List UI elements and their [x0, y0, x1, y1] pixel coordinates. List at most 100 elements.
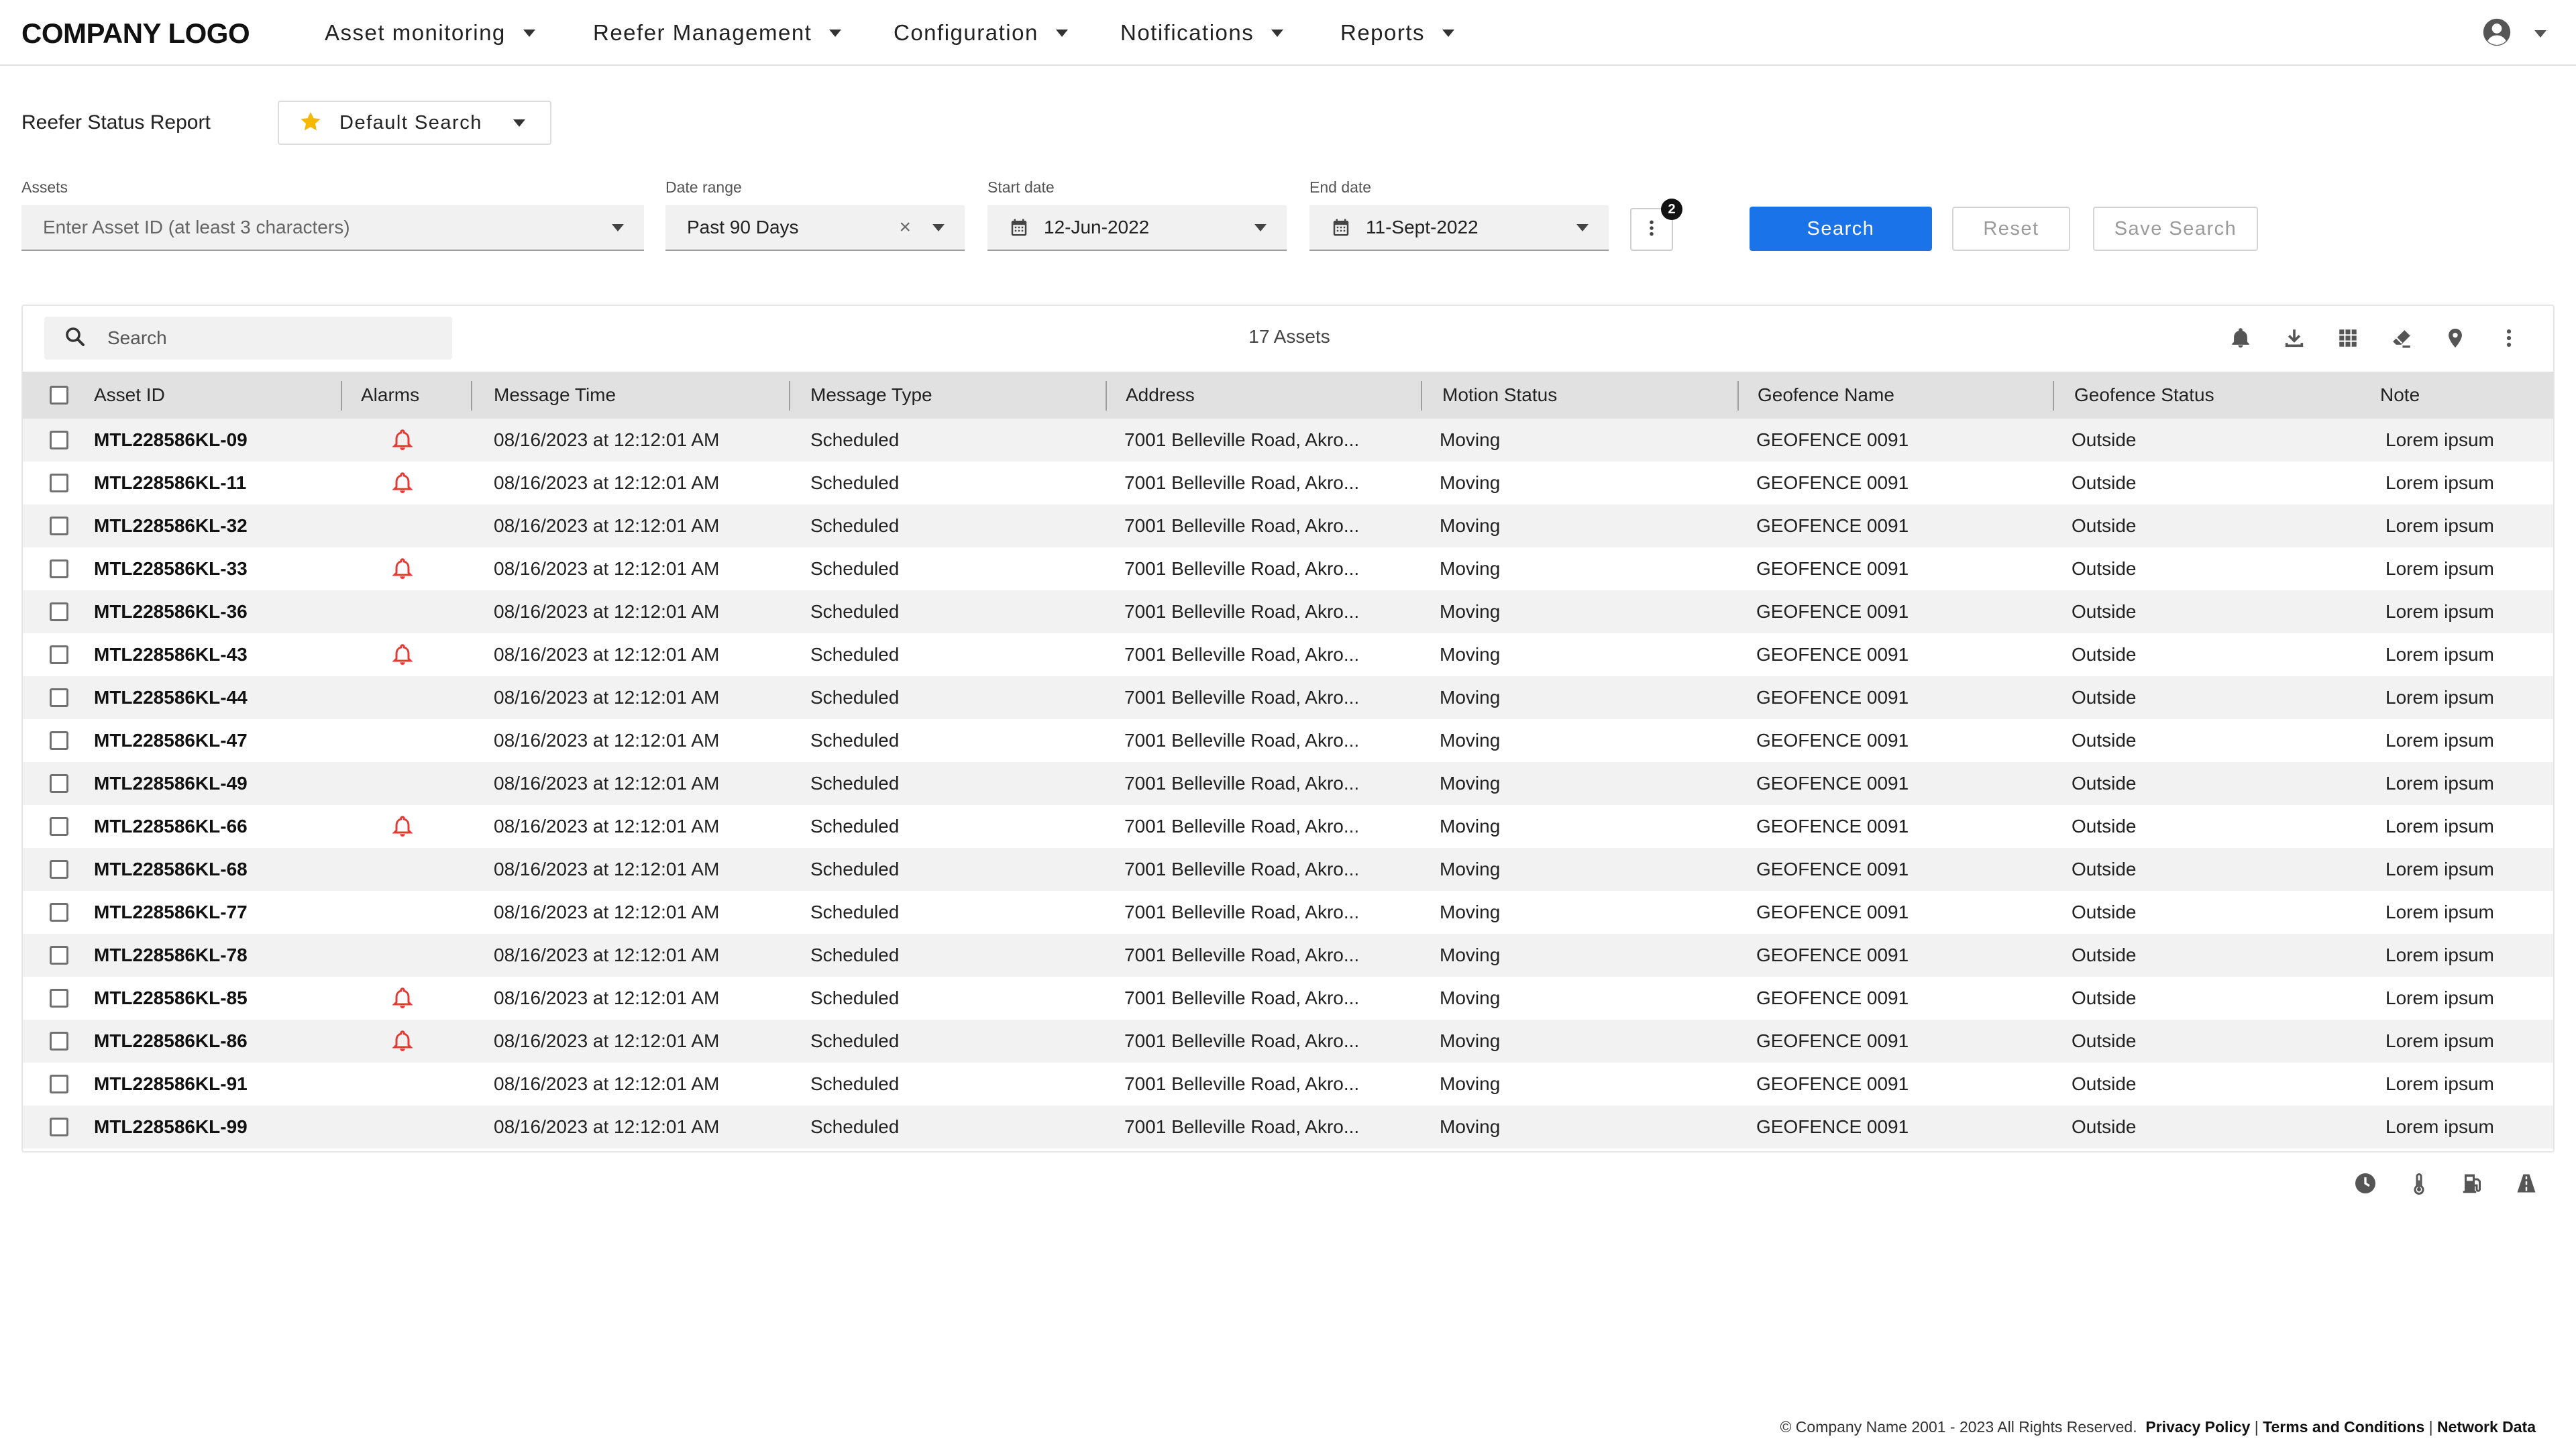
- column-header-asset-id[interactable]: Asset ID: [94, 372, 165, 419]
- asset-id-input[interactable]: Enter Asset ID (at least 3 characters): [21, 205, 644, 251]
- table-row[interactable]: MTL228586KL-85 08/16/2023 at 12:12:01 AM S…: [23, 977, 2553, 1020]
- reset-button[interactable]: Reset: [1952, 207, 2070, 251]
- table-row[interactable]: MTL228586KL-43 08/16/2023 at 12:12:01 AM S…: [23, 633, 2553, 676]
- row-checkbox[interactable]: [50, 774, 68, 793]
- location-pin-icon[interactable]: [2428, 322, 2482, 354]
- column-header-alarms[interactable]: Alarms: [361, 372, 419, 419]
- date-range-select[interactable]: Past 90 Days ×: [665, 205, 965, 251]
- chevron-down-icon[interactable]: [1576, 224, 1589, 231]
- column-header-note[interactable]: Note: [2380, 372, 2420, 419]
- saved-search-dropdown[interactable]: Default Search: [278, 101, 551, 145]
- fuel-icon[interactable]: [2446, 1167, 2500, 1199]
- column-divider[interactable]: [471, 381, 472, 411]
- search-button[interactable]: Search: [1750, 207, 1932, 251]
- end-date-picker[interactable]: 11-Sept-2022: [1309, 205, 1609, 251]
- row-checkbox[interactable]: [50, 860, 68, 879]
- alarm-bell-icon[interactable]: [390, 643, 415, 670]
- asset-id-cell[interactable]: MTL228586KL-91: [94, 1063, 248, 1106]
- chevron-down-icon[interactable]: [612, 224, 624, 231]
- asset-id-cell[interactable]: MTL228586KL-33: [94, 547, 248, 590]
- table-row[interactable]: MTL228586KL-49 08/16/2023 at 12:12:01 AM S…: [23, 762, 2553, 805]
- asset-id-cell[interactable]: MTL228586KL-09: [94, 419, 248, 462]
- column-divider[interactable]: [1106, 381, 1107, 411]
- bell-icon[interactable]: [2214, 322, 2267, 354]
- row-checkbox[interactable]: [50, 431, 68, 449]
- table-row[interactable]: MTL228586KL-66 08/16/2023 at 12:12:01 AM S…: [23, 805, 2553, 848]
- table-row[interactable]: MTL228586KL-68 08/16/2023 at 12:12:01 AM S…: [23, 848, 2553, 891]
- column-divider[interactable]: [789, 381, 790, 411]
- asset-id-cell[interactable]: MTL228586KL-44: [94, 676, 248, 719]
- column-header-motion-status[interactable]: Motion Status: [1442, 372, 1557, 419]
- nav-asset-monitoring[interactable]: Asset monitoring: [325, 20, 535, 46]
- column-header-geofence-status[interactable]: Geofence Status: [2074, 372, 2214, 419]
- table-row[interactable]: MTL228586KL-77 08/16/2023 at 12:12:01 AM S…: [23, 891, 2553, 934]
- table-row[interactable]: MTL228586KL-36 08/16/2023 at 12:12:01 AM S…: [23, 590, 2553, 633]
- road-icon[interactable]: [2500, 1167, 2553, 1199]
- row-checkbox[interactable]: [50, 817, 68, 836]
- table-row[interactable]: MTL228586KL-47 08/16/2023 at 12:12:01 AM S…: [23, 719, 2553, 762]
- table-row[interactable]: MTL228586KL-91 08/16/2023 at 12:12:01 AM S…: [23, 1063, 2553, 1106]
- select-all-checkbox[interactable]: [50, 386, 68, 405]
- terms-link[interactable]: Terms and Conditions: [2263, 1418, 2424, 1436]
- alarm-bell-icon[interactable]: [390, 1029, 415, 1057]
- alarm-bell-icon[interactable]: [390, 814, 415, 842]
- row-checkbox[interactable]: [50, 989, 68, 1008]
- more-vertical-icon[interactable]: [2482, 322, 2536, 354]
- row-checkbox[interactable]: [50, 1032, 68, 1051]
- table-row[interactable]: MTL228586KL-11 08/16/2023 at 12:12:01 AM S…: [23, 462, 2553, 504]
- asset-id-cell[interactable]: MTL228586KL-11: [94, 462, 246, 504]
- column-header-geofence-name[interactable]: Geofence Name: [1758, 372, 1894, 419]
- chevron-down-icon[interactable]: [932, 224, 945, 231]
- alarm-bell-icon[interactable]: [390, 557, 415, 584]
- table-row[interactable]: MTL228586KL-44 08/16/2023 at 12:12:01 AM S…: [23, 676, 2553, 719]
- row-checkbox[interactable]: [50, 474, 68, 492]
- table-row[interactable]: MTL228586KL-32 08/16/2023 at 12:12:01 AM S…: [23, 504, 2553, 547]
- thermometer-icon[interactable]: [2392, 1167, 2446, 1199]
- alarm-bell-icon[interactable]: [390, 471, 415, 498]
- download-icon[interactable]: [2267, 322, 2321, 354]
- column-header-message-time[interactable]: Message Time: [494, 372, 616, 419]
- row-checkbox[interactable]: [50, 731, 68, 750]
- asset-id-cell[interactable]: MTL228586KL-49: [94, 762, 248, 805]
- nav-configuration[interactable]: Configuration: [894, 20, 1068, 46]
- clear-icon[interactable]: ×: [899, 216, 911, 239]
- chevron-down-icon[interactable]: [1254, 224, 1267, 231]
- privacy-policy-link[interactable]: Privacy Policy: [2145, 1418, 2250, 1436]
- nav-notifications[interactable]: Notifications: [1120, 20, 1284, 46]
- asset-id-cell[interactable]: MTL228586KL-86: [94, 1020, 248, 1063]
- eraser-icon[interactable]: [2375, 322, 2428, 354]
- asset-id-cell[interactable]: MTL228586KL-47: [94, 719, 248, 762]
- clock-icon[interactable]: [2339, 1167, 2392, 1199]
- row-checkbox[interactable]: [50, 688, 68, 707]
- column-header-address[interactable]: Address: [1126, 372, 1195, 419]
- company-logo[interactable]: COMPANY LOGO: [21, 17, 250, 50]
- nav-reports[interactable]: Reports: [1340, 20, 1455, 46]
- table-row[interactable]: MTL228586KL-86 08/16/2023 at 12:12:01 AM S…: [23, 1020, 2553, 1063]
- asset-id-cell[interactable]: MTL228586KL-99: [94, 1106, 248, 1148]
- row-checkbox[interactable]: [50, 946, 68, 965]
- asset-id-cell[interactable]: MTL228586KL-85: [94, 977, 248, 1020]
- column-header-message-type[interactable]: Message Type: [810, 372, 932, 419]
- row-checkbox[interactable]: [50, 1075, 68, 1093]
- asset-id-cell[interactable]: MTL228586KL-78: [94, 934, 248, 977]
- table-row[interactable]: MTL228586KL-09 08/16/2023 at 12:12:01 AM S…: [23, 419, 2553, 462]
- grid-view-icon[interactable]: [2321, 322, 2375, 354]
- asset-id-cell[interactable]: MTL228586KL-43: [94, 633, 248, 676]
- alarm-bell-icon[interactable]: [390, 428, 415, 455]
- asset-id-cell[interactable]: MTL228586KL-68: [94, 848, 248, 891]
- account-menu[interactable]: [2482, 17, 2546, 50]
- table-row[interactable]: MTL228586KL-78 08/16/2023 at 12:12:01 AM S…: [23, 934, 2553, 977]
- nav-reefer-management[interactable]: Reefer Management: [593, 20, 842, 46]
- column-divider[interactable]: [1737, 381, 1739, 411]
- network-data-link[interactable]: Network Data: [2437, 1418, 2536, 1436]
- asset-id-cell[interactable]: MTL228586KL-66: [94, 805, 248, 848]
- save-search-button[interactable]: Save Search: [2093, 207, 2258, 251]
- row-checkbox[interactable]: [50, 1118, 68, 1136]
- asset-id-cell[interactable]: MTL228586KL-32: [94, 504, 248, 547]
- column-divider[interactable]: [341, 381, 342, 411]
- row-checkbox[interactable]: [50, 903, 68, 922]
- row-checkbox[interactable]: [50, 645, 68, 664]
- column-divider[interactable]: [2053, 381, 2054, 411]
- table-row[interactable]: MTL228586KL-33 08/16/2023 at 12:12:01 AM S…: [23, 547, 2553, 590]
- row-checkbox[interactable]: [50, 602, 68, 621]
